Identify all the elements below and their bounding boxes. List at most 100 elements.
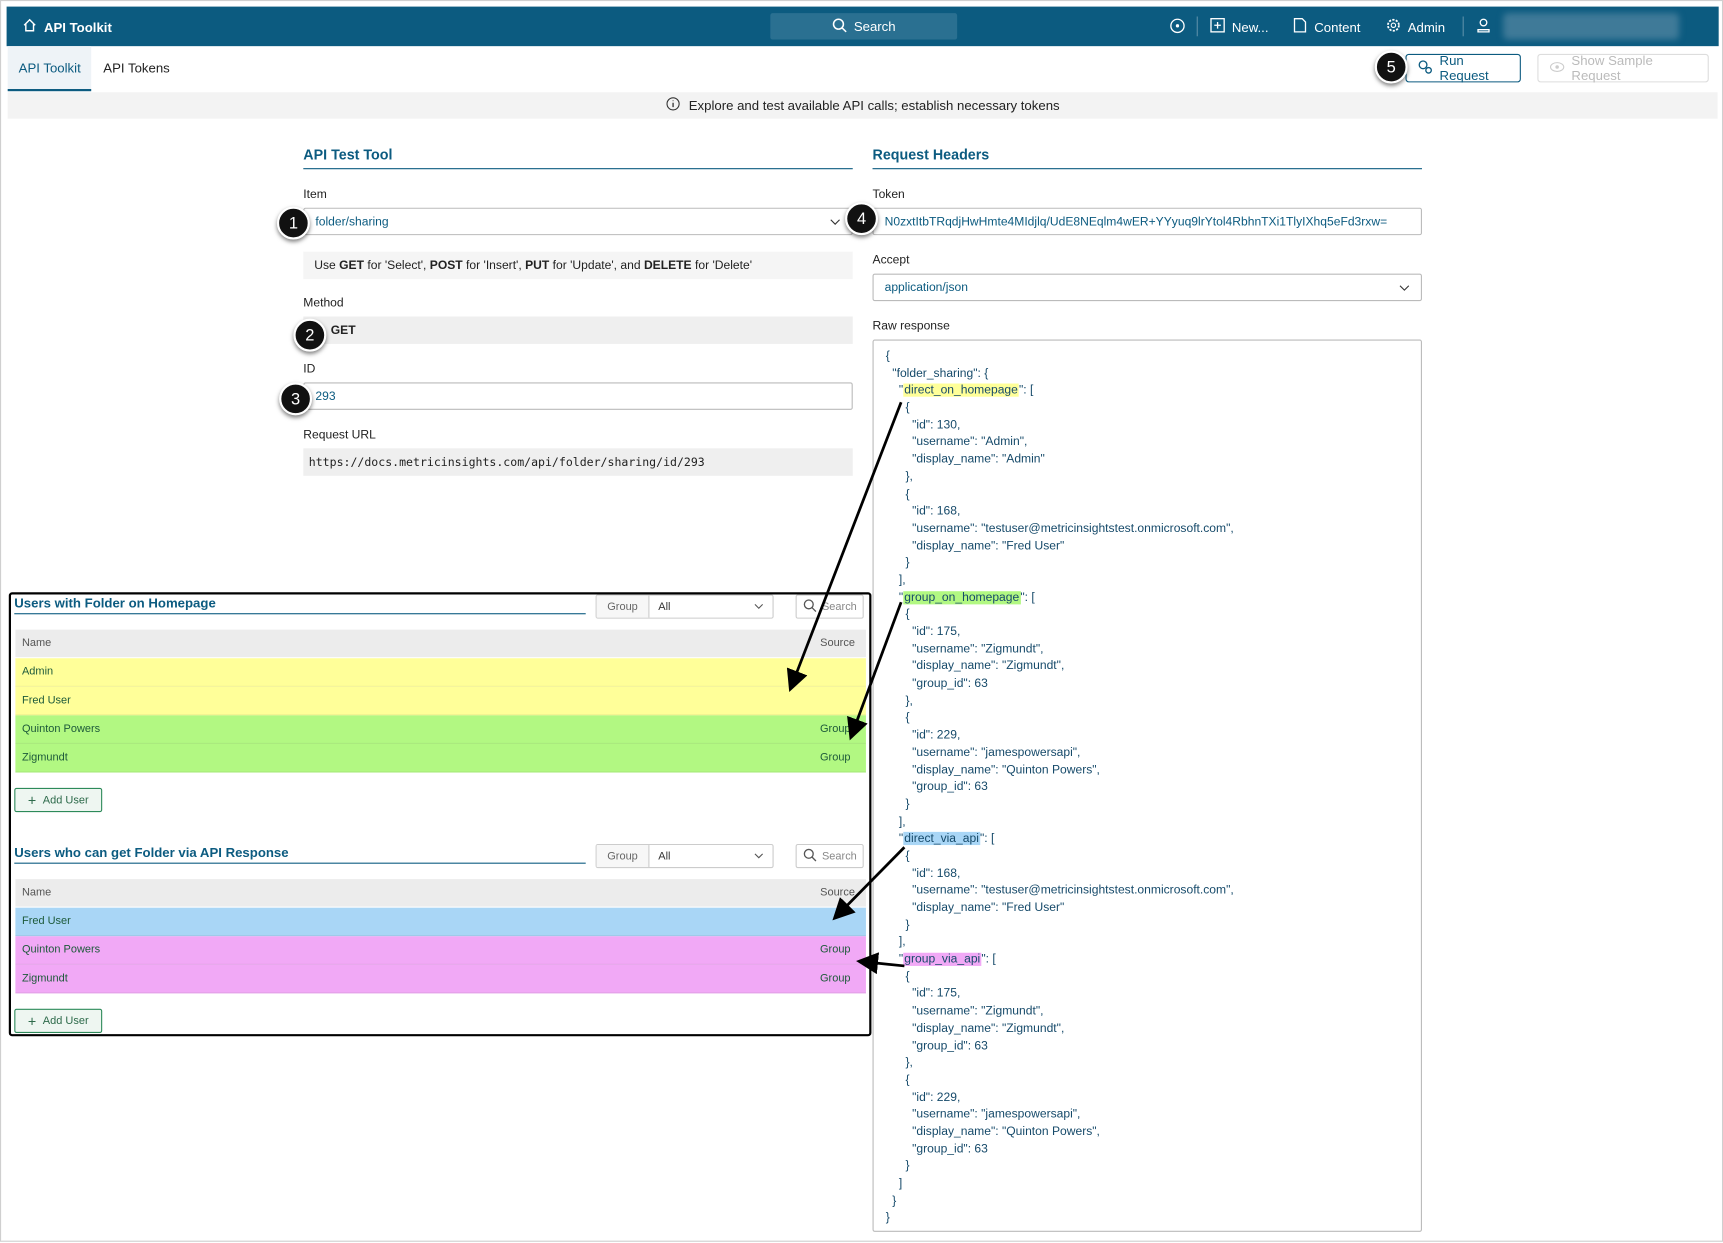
raw-response-line: ],: [898, 814, 906, 829]
raw-response-line: {: [885, 349, 890, 363]
add-user-button[interactable]: + Add User: [14, 787, 103, 813]
row-source: Group: [820, 723, 851, 736]
run-request-button[interactable]: Run Request: [1405, 53, 1521, 84]
page: API Toolkit Search New... Content Admin …: [0, 0, 1723, 1242]
add-user-label: Add User: [42, 1014, 89, 1027]
chevron-down-icon: [1399, 281, 1410, 294]
show-sample-label: Show Sample Request: [1571, 52, 1653, 84]
admin-button[interactable]: Admin: [1386, 18, 1445, 37]
accept-select[interactable]: application/json: [872, 273, 1422, 302]
search-icon: [803, 598, 817, 614]
column-name[interactable]: Name: [22, 637, 51, 649]
column-name[interactable]: Name: [22, 887, 51, 899]
raw-response-line: {: [905, 1073, 910, 1087]
group-filter[interactable]: Group All: [595, 843, 774, 869]
raw-response-line: "group_via_api": [: [886, 952, 1409, 969]
divider: [1196, 16, 1198, 37]
row-name: Admin: [21, 665, 54, 679]
new-button[interactable]: New...: [1210, 18, 1269, 37]
table-row[interactable]: Fred User: [15, 907, 866, 937]
raw-response-line: "display_name": "Quinton Powers",: [912, 1125, 1100, 1139]
raw-response-line: "group_id": 63: [912, 1142, 988, 1156]
raw-response-line: },: [905, 694, 913, 708]
raw-response-line: {: [905, 487, 910, 501]
home-link[interactable]: API Toolkit: [22, 18, 112, 37]
eye-icon: [1549, 60, 1565, 75]
table-row[interactable]: Admin: [15, 658, 866, 687]
new-label: New...: [1231, 19, 1269, 35]
raw-response-line: "username": "jamespowersapi",: [912, 1107, 1081, 1122]
raw-response-line: }: [905, 918, 910, 932]
row-source: Group: [820, 972, 851, 985]
raw-response-line: {: [905, 970, 910, 984]
raw-response-line: ],: [898, 935, 906, 949]
chevron-down-icon: [754, 601, 764, 613]
raw-response-line: "folder_sharing": {: [892, 366, 989, 380]
tab-api-toolkit[interactable]: API Toolkit: [7, 46, 92, 92]
table-row[interactable]: Zigmundt Group: [15, 743, 866, 773]
raw-response-line: "display_name": "Quinton Powers",: [912, 763, 1100, 777]
table-search-input[interactable]: Search: [795, 594, 864, 619]
raw-response-line: "direct_via_api": [: [886, 831, 1409, 848]
raw-response-line: },: [905, 470, 913, 484]
raw-response-box[interactable]: {"folder_sharing": {"direct_on_homepage"…: [872, 339, 1422, 1232]
item-select[interactable]: folder/sharing: [303, 207, 853, 236]
json-text: ": [: [979, 832, 995, 846]
table-header: Name Source: [15, 629, 866, 658]
app-title: API Toolkit: [43, 19, 112, 35]
info-bar: Explore and test available API calls; es…: [7, 92, 1718, 119]
admin-label: Admin: [1407, 19, 1446, 35]
row-source: Group: [820, 943, 851, 957]
show-sample-request-button[interactable]: Show Sample Request: [1537, 52, 1709, 84]
raw-response-line: {: [905, 401, 910, 415]
raw-response-label: Raw response: [872, 319, 950, 333]
search-icon: [803, 848, 817, 864]
add-user-label: Add User: [42, 793, 89, 807]
global-search[interactable]: Search: [770, 13, 958, 40]
raw-response-line: "username": "testuser@metricinsightstest…: [912, 883, 1234, 898]
explore-button[interactable]: [1169, 18, 1185, 38]
raw-response-line: "display_name": "Zigmundt",: [912, 659, 1065, 673]
table-row[interactable]: Quinton Powers Group: [15, 715, 866, 744]
raw-response-line: "id": 229,: [912, 1090, 961, 1104]
group-filter[interactable]: Group All: [595, 594, 774, 619]
group-filter-label: Group: [596, 595, 650, 618]
step-badge-3: 3: [279, 382, 313, 416]
table-row[interactable]: Zigmundt Group: [15, 964, 866, 994]
tables-annotation-frame: Users with Folder on Homepage Group All S…: [8, 592, 872, 1037]
raw-response-line: "username": "Zigmundt",: [912, 1004, 1044, 1018]
content-button[interactable]: Content: [1292, 18, 1360, 37]
document-icon: [1292, 18, 1307, 37]
raw-response-line: ]: [898, 1176, 903, 1191]
column-source[interactable]: Source: [820, 637, 855, 649]
highlighted-key: direct_via_api: [903, 832, 980, 846]
method-field[interactable]: GET: [303, 316, 853, 344]
compass-icon: [1169, 18, 1185, 38]
raw-response-line: {: [905, 711, 910, 725]
json-text: ": [: [981, 952, 996, 967]
table-title: Users with Folder on Homepage: [14, 596, 586, 615]
user-menu[interactable]: [1476, 18, 1491, 37]
add-user-button[interactable]: + Add User: [14, 1008, 103, 1033]
raw-response-line: "display_name": "Zigmundt",: [912, 1021, 1065, 1035]
method-label: Method: [303, 296, 344, 310]
request-headers-title: Request Headers: [872, 146, 1422, 170]
plus-icon: +: [27, 1012, 37, 1030]
json-text: ": [: [1018, 383, 1034, 398]
raw-response-line: "username": "jamespowersapi",: [912, 745, 1081, 760]
user-name-redacted: [1503, 13, 1680, 40]
column-source[interactable]: Source: [820, 887, 855, 899]
token-input[interactable]: N0zxtItbTRqdjHwHmte4MIdjlq/UdE8NEqlm4wER…: [872, 207, 1422, 236]
raw-response-line: "display_name": "Fred User": [912, 539, 1065, 553]
chevron-down-icon: [830, 215, 841, 228]
raw-response-line: "group_id": 63: [912, 676, 988, 691]
table-row[interactable]: Fred User: [15, 686, 866, 716]
id-input[interactable]: 293: [303, 382, 853, 410]
item-value: folder/sharing: [315, 214, 389, 229]
table-row[interactable]: Quinton Powers Group: [15, 936, 866, 965]
table-search-input[interactable]: Search: [795, 843, 864, 869]
raw-response-line: "display_name": "Admin": [912, 452, 1045, 467]
search-label: Search: [853, 18, 896, 35]
accept-value: application/json: [884, 280, 968, 294]
tab-api-tokens[interactable]: API Tokens: [92, 46, 180, 91]
